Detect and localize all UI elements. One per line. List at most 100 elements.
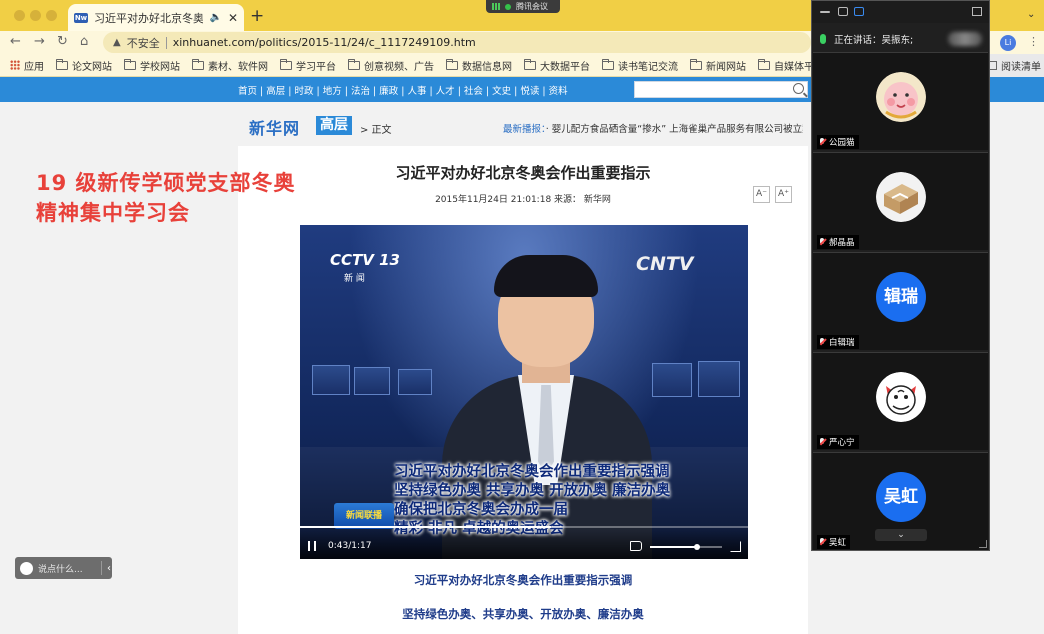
fullscreen-icon[interactable] [730, 541, 741, 552]
back-arrow-icon[interactable]: ← [10, 34, 21, 49]
forward-arrow-icon[interactable]: → [34, 34, 45, 49]
bookmark-folder[interactable]: 数据信息网 [446, 58, 512, 73]
speaker-icon[interactable]: 🔈 [209, 12, 221, 23]
address-bar[interactable]: ▲ 不安全 xinhuanet.com/politics/2015-11/24/… [103, 32, 811, 53]
resize-handle[interactable] [979, 540, 987, 548]
video-time: 0:43/1:17 [328, 541, 372, 551]
participant-name: 公园猫 [817, 135, 859, 149]
folder-icon [348, 58, 360, 70]
article-meta: 2015年11月24日 21:01:18 来源： 新华网 [435, 195, 611, 205]
new-tab-button[interactable]: + [250, 6, 264, 26]
home-icon[interactable]: ⌂ [80, 34, 88, 49]
participant-name: 严心宁 [817, 435, 859, 449]
avatar: 吴虹 [876, 472, 926, 522]
folder-icon [690, 58, 702, 70]
profile-avatar[interactable]: Li [1000, 35, 1016, 51]
cctv-logo: CCTV 13 [330, 251, 400, 269]
article-paragraph: 习近平对办好北京冬奥会作出重要指示强调 [413, 573, 633, 587]
bookmarks-bar: 应用 论文网站 学校网站 素材、软件网 学习平台 创意视频、广告 数据信息网 大… [0, 54, 862, 77]
bookmark-apps[interactable]: 应用 [10, 58, 44, 73]
folder-icon [280, 58, 292, 70]
collapse-chevron-icon[interactable]: ‹ [107, 563, 111, 574]
window-icon[interactable] [838, 7, 848, 16]
panel-toggle-icon[interactable] [972, 7, 982, 16]
participant-name: 白辑瑞 [817, 335, 859, 349]
comment-input[interactable]: 说点什么... [38, 562, 96, 575]
volume-fill [650, 544, 700, 550]
search-icon[interactable] [793, 83, 804, 94]
cntv-logo: CNTV [636, 253, 694, 275]
breadcrumb: > 正文 [360, 125, 392, 136]
browser-tab[interactable]: Nw 习近平对办好北京冬奥会作出重要指示 🔈 ✕ [68, 4, 244, 31]
volume-slider[interactable] [650, 544, 722, 550]
window-zoom-button[interactable] [46, 10, 57, 21]
studio-screen [312, 365, 350, 395]
window-minimize-button[interactable] [30, 10, 41, 21]
site-logo[interactable]: 新华网 [249, 115, 300, 139]
bookmark-folder[interactable]: 素材、软件网 [192, 58, 268, 73]
minimize-icon[interactable] [820, 11, 830, 13]
participant-name: 吴虹 [817, 535, 851, 549]
insecure-label[interactable]: 不安全 [127, 35, 160, 51]
folder-icon [124, 58, 136, 70]
cctv-channel-label: 新 闻 [344, 274, 365, 284]
bookmark-folder[interactable]: 新闻网站 [690, 58, 746, 73]
reload-icon[interactable]: ↻ [57, 34, 68, 49]
bookmark-folder[interactable]: 读书笔记交流 [602, 58, 678, 73]
video-player[interactable]: CCTV 13 新 闻 CNTV 习近平对办好北京冬奥会作出重要指示强调 坚持绿… [300, 225, 748, 559]
folder-icon [192, 58, 204, 70]
overlay-title: 19 级新传学硕党支部冬奥 精神集中学习会 [36, 171, 296, 225]
speaking-text: 正在讲话：吴振东; [834, 35, 914, 46]
browser-menu-icon[interactable]: ⋮ [1028, 35, 1039, 48]
meeting-status-pill[interactable]: 腾讯会议 [486, 0, 560, 13]
avatar [876, 72, 926, 122]
bookmark-folder[interactable]: 创意视频、广告 [348, 58, 434, 73]
mic-muted-icon [819, 538, 826, 546]
tab-title: 习近平对办好北京冬奥会作出重要指示 [94, 11, 204, 25]
tab-close-icon[interactable]: ✕ [228, 11, 238, 25]
participant-tile[interactable]: 辑瑞 白辑瑞 [813, 252, 988, 350]
scroll-down-button[interactable]: ⌄ [875, 529, 927, 541]
volume-knob[interactable] [693, 544, 700, 550]
bookmark-folder[interactable]: 大数据平台 [524, 58, 590, 73]
warning-icon[interactable]: ▲ [113, 37, 121, 48]
participant-tile[interactable]: 郝晶晶 [813, 152, 988, 250]
studio-screen [354, 367, 390, 395]
address-separator [165, 36, 167, 49]
font-increase-button[interactable]: A⁺ [775, 186, 792, 203]
pause-icon[interactable] [308, 541, 316, 551]
mic-muted-icon [819, 338, 826, 346]
font-decrease-button[interactable]: A⁻ [753, 186, 770, 203]
section-tag[interactable]: 高层 [316, 116, 352, 135]
site-nav-links[interactable]: 首页 | 高层 | 时政 | 地方 | 法治 | 廉政 | 人事 | 人才 | … [238, 83, 568, 97]
video-controls: 0:43/1:17 [300, 529, 748, 559]
bookmark-folder[interactable]: 论文网站 [56, 58, 112, 73]
avatar: 辑瑞 [876, 272, 926, 322]
studio-screen [698, 361, 740, 397]
list-layout-icon[interactable] [854, 7, 864, 16]
emoji-face-icon[interactable] [20, 561, 33, 575]
folder-icon [758, 58, 770, 70]
avatar [876, 172, 926, 222]
video-progress-fill [300, 526, 551, 528]
video-progress-bar[interactable] [300, 526, 748, 528]
reading-list-button[interactable]: 阅读清单 [988, 54, 1041, 77]
window-close-button[interactable] [14, 10, 25, 21]
participant-tile[interactable]: 严心宁 [813, 352, 988, 450]
article-paragraph: 坚持绿色办奥、共享办奥、开放办奥、廉洁办奥 [402, 607, 644, 621]
ticker-label: 最新播报： [503, 124, 546, 135]
blurred-name [948, 32, 982, 46]
url-text[interactable]: xinhuanet.com/politics/2015-11/24/c_1117… [173, 36, 476, 49]
news-ticker[interactable]: 最新播报：· 婴儿配方食品硒含量“掺水” 上海雀巢产品服务有限公司被立案调 [503, 121, 803, 135]
comment-bar[interactable]: 说点什么... ‹ [15, 557, 112, 579]
article-title: 习近平对办好北京冬奥会作出重要指示 [395, 164, 651, 182]
participant-tile[interactable]: 公园猫 [813, 52, 988, 150]
site-search-input[interactable] [634, 81, 808, 98]
avatar [876, 372, 926, 422]
anchor-hair [494, 255, 598, 297]
tab-search-chevron-icon[interactable]: ⌄ [1027, 9, 1035, 20]
ticker-text[interactable]: · 婴儿配方食品硒含量“掺水” 上海雀巢产品服务有限公司被立案调 [546, 124, 803, 135]
volume-icon[interactable] [630, 541, 642, 551]
bookmark-folder[interactable]: 学校网站 [124, 58, 180, 73]
bookmark-folder[interactable]: 学习平台 [280, 58, 336, 73]
